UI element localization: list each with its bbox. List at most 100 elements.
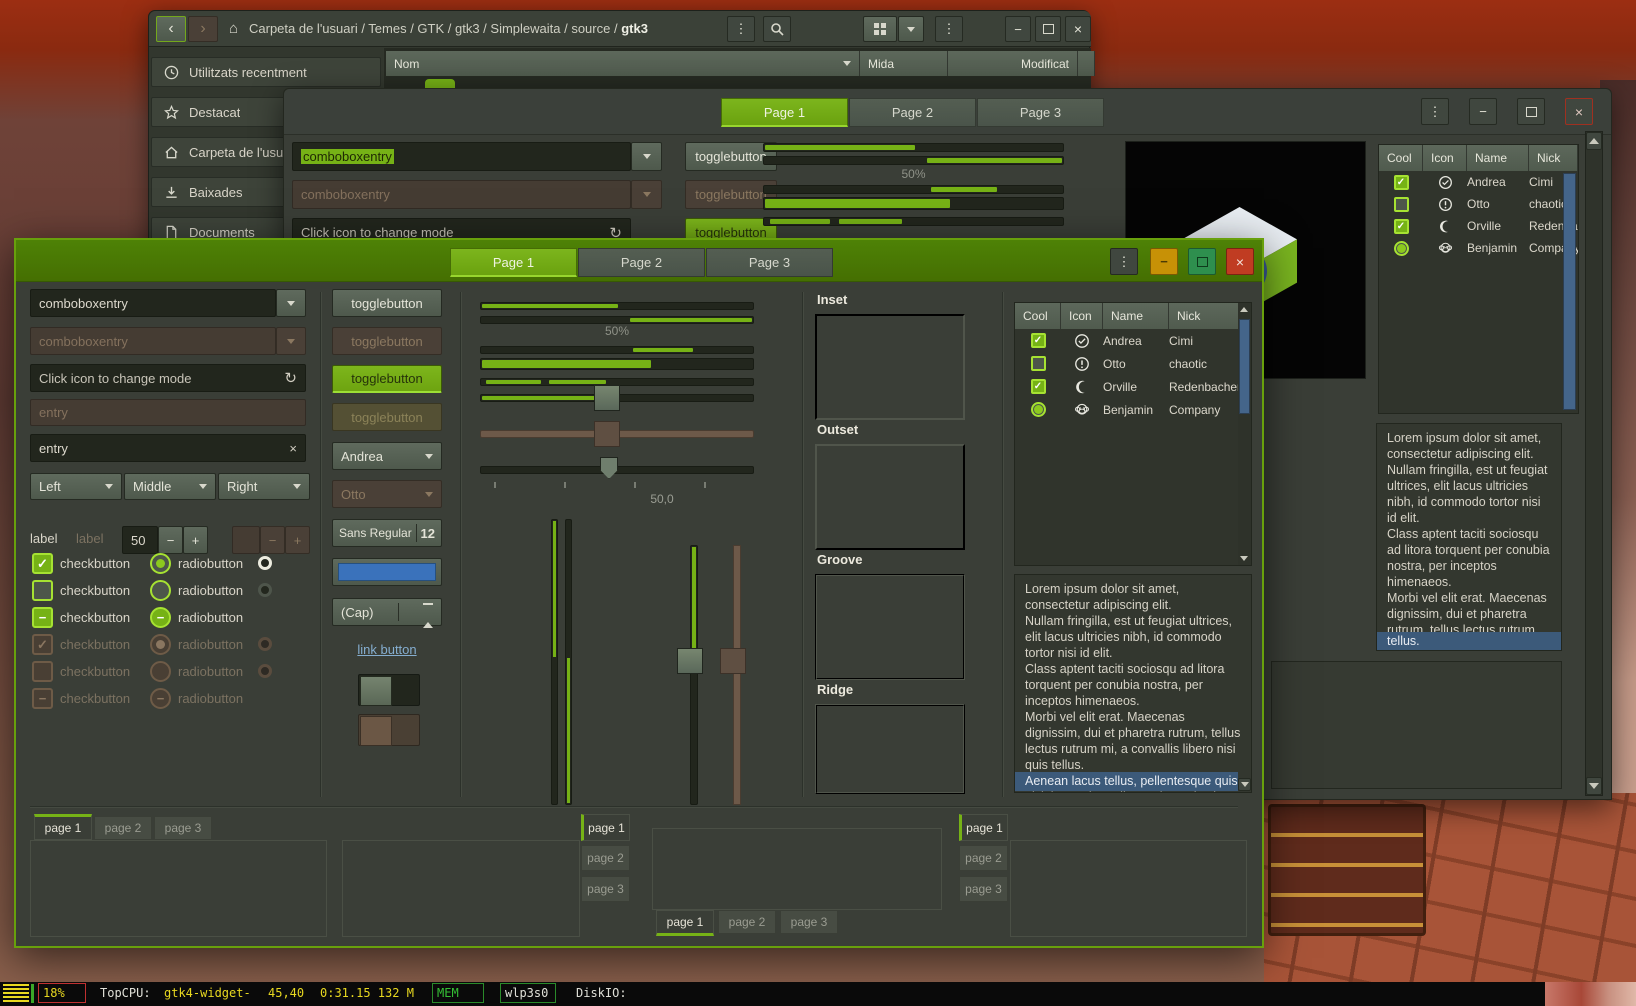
check-on[interactable]: ✓ [1394, 219, 1409, 234]
refresh-icon[interactable]: ↻ [284, 369, 297, 387]
togglebutton[interactable]: togglebutton [332, 289, 442, 317]
notebook4-tab-page2[interactable]: page 2 [959, 845, 1008, 871]
radio-on[interactable] [1394, 241, 1409, 256]
combo-right[interactable]: Right [218, 473, 310, 500]
clear-icon[interactable]: × [289, 441, 297, 456]
notebook1-tab-page1[interactable]: page 1 [34, 814, 92, 840]
combo-left[interactable]: Left [30, 473, 122, 500]
check-off[interactable] [1031, 356, 1046, 371]
small-radio-dim[interactable] [258, 583, 272, 597]
entry[interactable]: entry × [30, 434, 306, 462]
minimize-button[interactable]: − [1150, 248, 1178, 275]
tree-row[interactable]: ✓ Orville Redenbacher [1379, 215, 1578, 237]
comboboxentry-input[interactable]: comboboxentry [292, 142, 631, 171]
name-combobox[interactable]: Andrea [332, 442, 442, 470]
tree-row[interactable]: Otto chaotic [1379, 193, 1578, 215]
scroll-up-button[interactable] [1586, 132, 1602, 150]
column-header-size[interactable]: Mida [860, 51, 948, 76]
notebook1-tab-page3[interactable]: page 3 [154, 816, 212, 840]
notebook3-tab-page1[interactable]: page 1 [656, 910, 714, 936]
tree-header-nick[interactable]: Nick [1529, 145, 1578, 171]
forward-button[interactable]: › [188, 16, 218, 42]
tab-page3[interactable]: Page 3 [977, 98, 1104, 127]
close-button[interactable]: × [1226, 248, 1254, 275]
menu-button[interactable]: ⋮ [1110, 248, 1138, 275]
close-button[interactable]: × [1065, 16, 1091, 42]
column-header-name[interactable]: Nom [386, 51, 860, 76]
breadcrumb[interactable]: Carpeta de l'usuari / Temes / GTK / gtk3… [249, 21, 809, 36]
notebook3-tab-page2[interactable]: page 2 [718, 910, 776, 934]
hslider-handle[interactable] [594, 385, 620, 411]
tree-scrollbar-slider[interactable] [1563, 173, 1576, 410]
tree-row[interactable]: Benjamin Company [1015, 398, 1251, 421]
tree-row[interactable]: Otto chaotic [1015, 352, 1251, 375]
comboboxentry-arrow-button[interactable] [276, 289, 306, 317]
notebook4-tab-page1[interactable]: page 1 [959, 814, 1008, 841]
notebook2-tab-page1[interactable]: page 1 [581, 814, 630, 841]
tab-page2[interactable]: Page 2 [578, 248, 705, 277]
switch-off[interactable] [358, 674, 420, 706]
minimize-button[interactable]: − [1469, 98, 1497, 125]
comboboxentry-arrow-button[interactable] [631, 142, 662, 171]
maximize-button[interactable] [1517, 98, 1545, 125]
vslider-trough[interactable] [690, 545, 698, 805]
notebook4-tab-page3[interactable]: page 3 [959, 876, 1008, 902]
back-button[interactable]: ‹ [156, 16, 186, 42]
sidebar-item-recent[interactable]: Utilitzats recentment [151, 57, 381, 87]
tree-scrollbar[interactable] [1238, 303, 1251, 565]
togglebutton-active[interactable]: togglebutton [332, 365, 442, 393]
notebook1-tab-page2[interactable]: page 2 [94, 816, 152, 840]
mode-entry[interactable]: Click icon to change mode ↻ [30, 364, 306, 392]
vslider-handle[interactable] [677, 648, 703, 674]
tree-header-name[interactable]: Name [1103, 303, 1169, 329]
search-button[interactable] [763, 16, 791, 42]
maximize-button[interactable] [1035, 16, 1061, 42]
tree-header-icon[interactable]: Icon [1061, 303, 1103, 329]
tree-header-cool[interactable]: Cool [1379, 145, 1423, 171]
minimize-button[interactable]: − [1005, 16, 1031, 42]
font-button[interactable]: Sans Regular 12 [332, 519, 442, 547]
check-off[interactable] [1394, 197, 1409, 212]
notebook2-tab-page3[interactable]: page 3 [581, 876, 630, 902]
spin-minus-button[interactable]: − [158, 526, 183, 554]
notebook2-tab-page2[interactable]: page 2 [581, 845, 630, 871]
scrollbar-slider[interactable] [1239, 319, 1250, 414]
color-button[interactable] [332, 558, 442, 586]
textview-front[interactable]: Lorem ipsum dolor sit amet, consectetur … [1014, 574, 1252, 793]
tree-row[interactable]: Benjamin Company [1379, 237, 1578, 259]
notebook3-tab-page3[interactable]: page 3 [780, 910, 838, 934]
column-header-modified[interactable]: Modificat [948, 51, 1078, 76]
tab-page1[interactable]: Page 1 [450, 248, 577, 277]
view-grid-button[interactable] [863, 16, 897, 42]
menu-button[interactable]: ⋮ [1421, 98, 1449, 125]
view-options-button[interactable] [898, 16, 924, 42]
spinbutton-value[interactable]: 50 [122, 526, 158, 554]
radiobutton-indeterminate[interactable]: − [150, 607, 171, 628]
tree-row[interactable]: ✓ Andrea Cimi [1015, 329, 1251, 352]
scrollbar-vertical[interactable] [1585, 131, 1603, 796]
tree-row[interactable]: ✓ Orville Redenbacher [1015, 375, 1251, 398]
tab-page1[interactable]: Page 1 [721, 98, 848, 127]
path-menu-button[interactable]: ⋮ [727, 16, 755, 42]
scroll-down-button[interactable] [1586, 777, 1602, 795]
tree-header-cool[interactable]: Cool [1015, 303, 1061, 329]
scroll-down-icon[interactable] [1240, 556, 1248, 561]
tree-row[interactable]: ✓ Andrea Cimi [1379, 171, 1578, 193]
radiobutton-unselected[interactable] [150, 580, 171, 601]
check-on[interactable]: ✓ [1031, 379, 1046, 394]
close-button[interactable]: × [1565, 98, 1593, 125]
maximize-button[interactable] [1188, 248, 1216, 275]
combo-middle[interactable]: Middle [124, 473, 216, 500]
checkbutton-indeterminate[interactable]: − [32, 607, 53, 628]
hscale-handle[interactable] [600, 457, 618, 479]
file-chooser-button[interactable]: (Cap) [332, 598, 442, 626]
hamburger-menu-button[interactable]: ⋮ [935, 16, 963, 42]
textview-back[interactable]: Lorem ipsum dolor sit amet, consectetur … [1376, 423, 1562, 651]
scroll-down-button[interactable] [1238, 778, 1251, 791]
radio-on[interactable] [1031, 402, 1046, 417]
tree-header-icon[interactable]: Icon [1423, 145, 1467, 171]
radiobutton-selected[interactable] [150, 553, 171, 574]
small-radio-selected[interactable] [258, 556, 272, 570]
checkbutton-checked[interactable]: ✓ [32, 553, 53, 574]
scroll-up-icon[interactable] [1240, 307, 1248, 312]
